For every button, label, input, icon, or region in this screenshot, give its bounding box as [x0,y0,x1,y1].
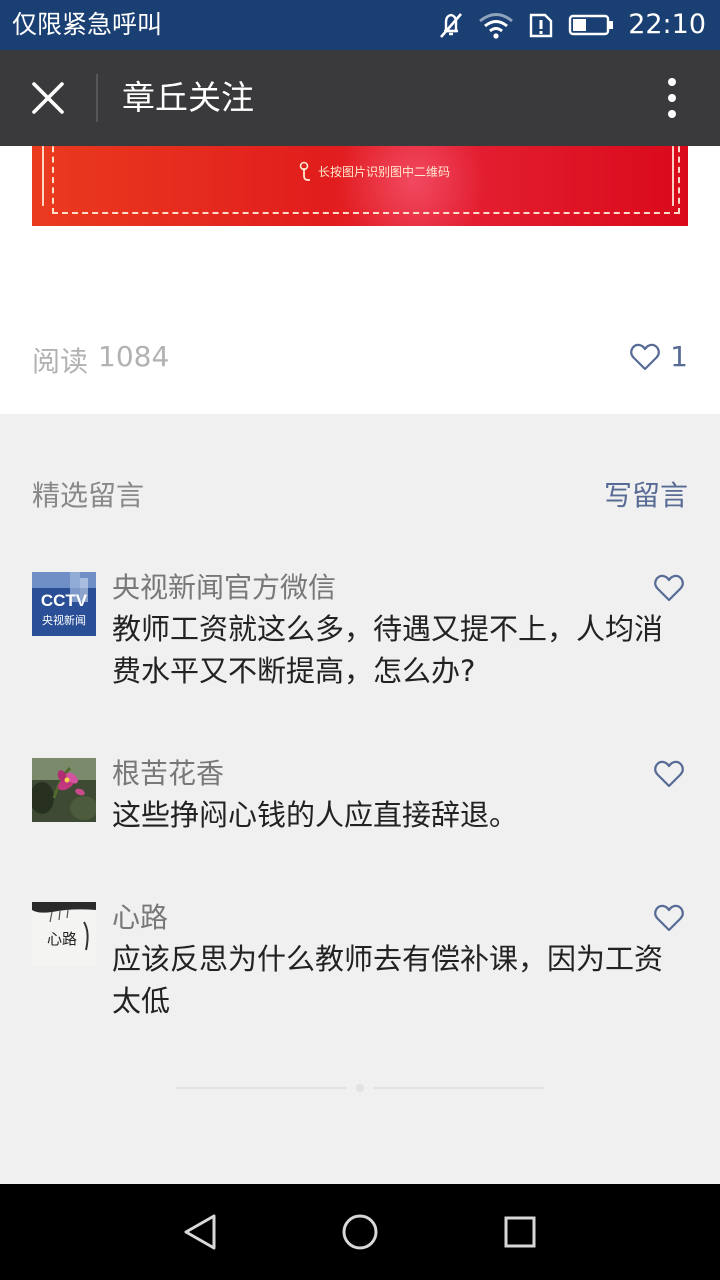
close-icon [32,82,64,114]
comment-item: CCTV 央视新闻 央视新闻官方微信 教师工资就这么多，待遇又提不上，人均消费水… [32,572,688,702]
avatar[interactable]: 心路 [32,902,96,966]
divider-dot [356,1084,364,1092]
battery-icon [568,12,614,38]
read-count: 阅读 1084 [32,340,169,380]
more-vertical-icon [668,78,676,118]
avatar[interactable]: CCTV 央视新闻 [32,572,96,636]
banner-caption: 长按图片识别图中二维码 [298,160,450,182]
recents-square-icon [504,1216,536,1248]
article-like-button[interactable]: 1 [630,340,688,373]
app-bar: 章丘关注 [0,50,720,146]
comment-body: 央视新闻官方微信 教师工资就这么多，待遇又提不上，人均消费水平又不断提高，怎么办… [112,572,672,692]
qr-banner-image[interactable]: 长按图片识别图中二维码 [32,146,688,226]
comment-item: 心路 心路 应该反思为什么教师去有偿补课，因为工资太低 [32,902,688,1032]
comment-author[interactable]: 心路 [112,902,672,934]
comment-author[interactable]: 央视新闻官方微信 [112,572,672,604]
comment-like-button[interactable] [654,760,686,792]
cctv-caption-text: 央视新闻 [42,613,86,627]
system-nav-bar [0,1184,720,1280]
status-icons: 22:10 [438,0,706,50]
recents-button[interactable] [496,1208,544,1256]
avatar[interactable] [32,758,96,822]
home-circle-icon [342,1214,378,1250]
comment-text: 这些挣闷心钱的人应直接辞退。 [112,798,519,832]
heart-icon [654,904,684,932]
write-comment-link[interactable]: 写留言 [604,474,688,514]
heart-icon [654,760,684,788]
divider-line-left [176,1087,346,1089]
heart-icon [630,343,661,370]
sim-alert-icon [528,11,554,39]
heart-icon [654,574,684,602]
clock: 22:10 [628,9,706,40]
comment-text: 教师工资就这么多，待遇又提不上，人均消费水平又不断提高，怎么办? [112,612,664,688]
status-bar: 仅限紧急呼叫 22:10 [0,0,720,50]
page-title: 章丘关注 [122,78,254,117]
close-button[interactable] [20,70,76,126]
finger-press-icon [299,161,310,181]
divider-line-right [374,1087,544,1089]
like-count: 1 [670,340,688,373]
comment-like-button[interactable] [654,904,686,936]
article-footer: 长按图片识别图中二维码 阅读 1084 1 [0,146,720,414]
read-label: 阅读 [32,345,89,378]
app-bar-divider [96,74,98,122]
calligraphy-caption: 心路 [47,930,77,948]
back-button[interactable] [176,1208,224,1256]
cctv-brand-text: CCTV [41,591,88,610]
comment-body: 心路 应该反思为什么教师去有偿补课，因为工资太低 [112,902,672,1022]
read-count-value: 1084 [98,340,170,373]
back-triangle-icon [184,1214,216,1250]
calligraphy-avatar-icon: 心路 [32,902,96,966]
home-button[interactable] [336,1208,384,1256]
flower-photo-icon [32,758,96,822]
mute-icon [438,11,464,39]
comment-body: 根苦花香 这些挣闷心钱的人应直接辞退。 [112,758,672,836]
cctv-logo-icon: CCTV 央视新闻 [32,572,96,636]
comments-section: 精选留言 写留言 CCTV 央视新闻 央视新闻官方微信 教师工资就这么多，待遇又… [0,414,720,1184]
end-of-comments-divider [176,1082,544,1094]
banner-caption-text: 长按图片识别图中二维码 [318,164,451,179]
comment-item: 根苦花香 这些挣闷心钱的人应直接辞退。 [32,758,688,848]
wifi-icon [478,11,514,39]
comment-text: 应该反思为什么教师去有偿补课，因为工资太低 [112,942,664,1018]
comments-header: 精选留言 [32,479,145,512]
comment-like-button[interactable] [654,574,686,606]
more-options-button[interactable] [660,74,684,122]
carrier-label: 仅限紧急呼叫 [12,10,163,39]
comment-author[interactable]: 根苦花香 [112,758,672,790]
